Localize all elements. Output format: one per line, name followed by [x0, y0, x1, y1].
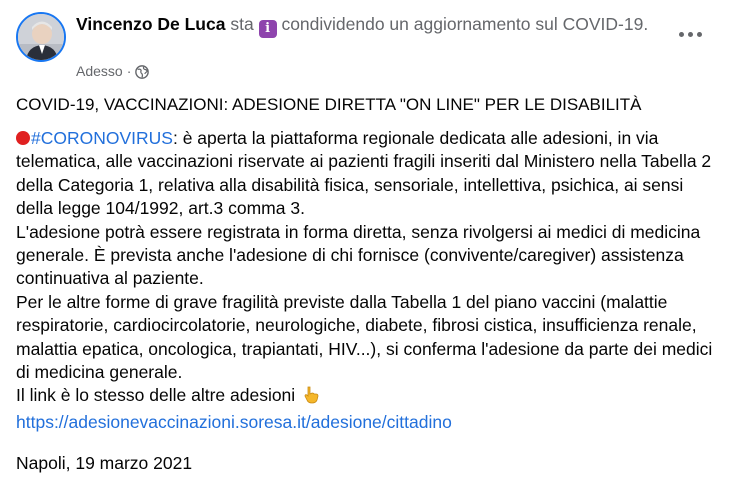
- post-body: #CORONOVIRUS: è aperta la piattaforma re…: [16, 127, 716, 434]
- more-options-icon[interactable]: [672, 20, 708, 48]
- post-header: Vincenzo De Luca sta i condividendo un a…: [76, 12, 676, 38]
- paragraph-1: #CORONOVIRUS: è aperta la piattaforma re…: [16, 127, 716, 221]
- post-date: Napoli, 19 marzo 2021: [16, 453, 193, 473]
- post-meta: Adesso ·: [76, 62, 150, 83]
- post-title: COVID-19, VACCINAZIONI: ADESIONE DIRETTA…: [16, 95, 642, 114]
- paragraph-4: Il link è lo stesso delle altre adesioni: [16, 384, 716, 410]
- vaccination-link[interactable]: https://adesionevaccinazioni.soresa.it/a…: [16, 412, 452, 432]
- action-prefix: sta: [230, 14, 254, 34]
- paragraph-4-text: Il link è lo stesso delle altre adesioni: [16, 385, 296, 406]
- facebook-post: Vincenzo De Luca sta i condividendo un a…: [0, 0, 730, 482]
- author-name[interactable]: Vincenzo De Luca: [76, 14, 225, 34]
- profile-photo: [18, 14, 64, 60]
- info-icon: i: [258, 20, 277, 38]
- globe-icon[interactable]: [135, 65, 150, 83]
- paragraph-2: L'adesione potrà essere registrata in fo…: [16, 221, 701, 289]
- pointing-down-icon: [302, 386, 320, 410]
- paragraph-5: https://adesionevaccinazioni.soresa.it/a…: [16, 411, 716, 434]
- post-time[interactable]: Adesso: [76, 63, 123, 79]
- avatar[interactable]: [16, 12, 66, 62]
- action-text: condividendo un aggiornamento sul COVID-…: [281, 14, 649, 34]
- hashtag-link[interactable]: #CORONOVIRUS: [31, 128, 173, 148]
- red-circle-icon: [16, 131, 30, 145]
- meta-separator: ·: [126, 63, 132, 79]
- paragraph-3: Per le altre forme di grave fragilità pr…: [16, 291, 713, 383]
